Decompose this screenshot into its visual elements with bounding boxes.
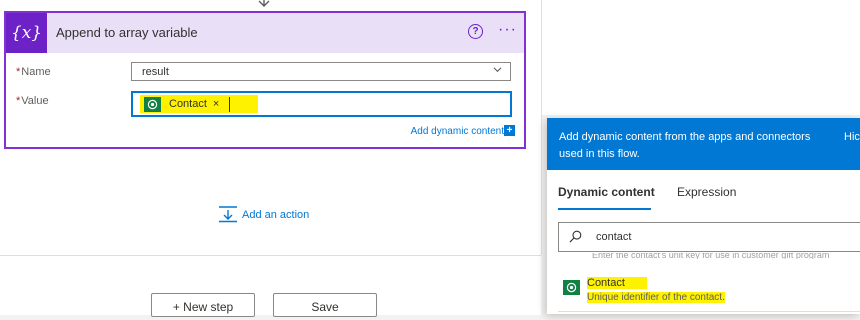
panel-header: Add dynamic content from the apps and co… (547, 118, 860, 170)
panel-header-line2: used in this flow. (559, 148, 640, 160)
name-value: result (142, 66, 169, 78)
add-action-label: Add an action (242, 208, 310, 221)
required-marker: * (16, 66, 21, 78)
search-icon (569, 230, 582, 243)
variable-icon: {x} (6, 13, 47, 53)
add-dynamic-content-link[interactable]: Add dynamic content (411, 126, 504, 137)
partial-result-description: Enter the contact's unit key for use in … (592, 253, 830, 259)
help-icon[interactable]: ? (468, 24, 483, 39)
panel-tabs: Dynamic content Expression (547, 170, 860, 210)
name-dropdown[interactable]: result (131, 62, 511, 81)
chevron-down-icon[interactable] (493, 65, 502, 74)
tab-expression[interactable]: Expression (677, 185, 736, 199)
dataverse-icon (144, 96, 161, 112)
canvas-footer (0, 255, 541, 315)
text-caret (229, 97, 230, 112)
result-title: Contact (587, 277, 647, 289)
value-label: *Value (16, 95, 49, 107)
add-dynamic-content-icon[interactable]: + (504, 125, 515, 136)
hide-link[interactable]: Hic (844, 129, 860, 146)
card-title[interactable]: Append to array variable (56, 25, 198, 40)
token-label: Contact (169, 98, 207, 110)
dataverse-icon (563, 280, 580, 295)
panel-divider (558, 311, 860, 312)
tab-dynamic-content[interactable]: Dynamic content (558, 185, 655, 199)
required-marker: * (16, 95, 21, 107)
card-header[interactable]: {x} Append to array variable ? ··· (6, 13, 524, 53)
search-value: contact (596, 231, 632, 243)
canvas-right-area (542, 0, 860, 115)
search-input[interactable]: contact (558, 222, 860, 252)
append-to-array-card[interactable]: {x} Append to array variable ? ··· *Name… (4, 11, 526, 149)
active-tab-indicator (558, 208, 651, 210)
dynamic-content-panel: Add dynamic content from the apps and co… (547, 118, 860, 314)
value-input[interactable]: Contact × (131, 91, 512, 117)
save-button[interactable]: Save (273, 293, 377, 317)
add-action-icon (219, 206, 237, 223)
arrow-down-icon (258, 0, 270, 7)
new-step-button[interactable]: + New step (151, 293, 255, 317)
result-description: Unique identifier of the contact. (587, 292, 725, 303)
add-an-action-button[interactable]: Add an action (218, 206, 309, 223)
dynamic-content-item[interactable]: Contact Unique identifier of the contact… (558, 274, 860, 308)
token-remove-icon[interactable]: × (213, 98, 219, 110)
result-description-text: Unique identifier of the contact. (587, 292, 725, 303)
name-label: *Name (16, 66, 51, 78)
contact-token[interactable]: Contact × (140, 95, 258, 113)
more-options-icon[interactable]: ··· (498, 21, 517, 39)
panel-header-line1: Add dynamic content from the apps and co… (559, 131, 811, 143)
